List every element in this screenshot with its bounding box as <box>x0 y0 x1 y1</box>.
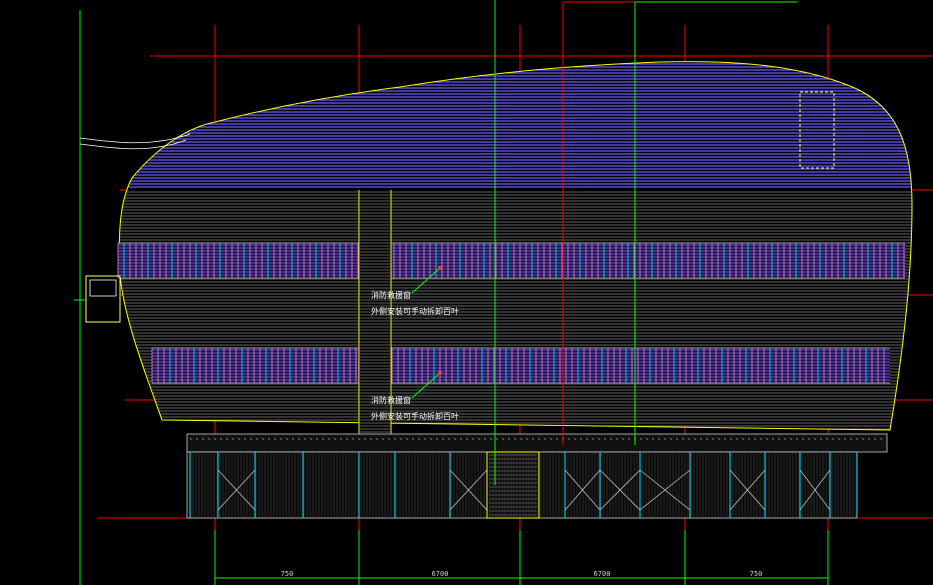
annotation-lower-line2: 外侧安装可手动拆卸百叶 <box>371 411 459 421</box>
dimension-label: 6700 <box>432 570 449 578</box>
podium <box>186 433 888 519</box>
annotation-upper-line1: 消防救援窗 <box>371 290 411 300</box>
dimension-label: 750 <box>281 570 294 578</box>
dimension-label: 750 <box>750 570 763 578</box>
glazing-band-lower <box>151 347 890 384</box>
dimension-label: 6700 <box>594 570 611 578</box>
annotation-lower-line1: 消防救援窗 <box>371 395 411 405</box>
dimension-chain: 750 6700 6700 750 <box>214 530 829 585</box>
glazing-band-upper <box>117 242 905 279</box>
elevation-drawing: 消防救援窗 外侧安装可手动拆卸百叶 消防救援窗 外侧安装可手动拆卸百叶 750 … <box>74 0 933 585</box>
side-canopy <box>74 275 121 323</box>
annotation-upper-line2: 外侧安装可手动拆卸百叶 <box>371 306 459 316</box>
